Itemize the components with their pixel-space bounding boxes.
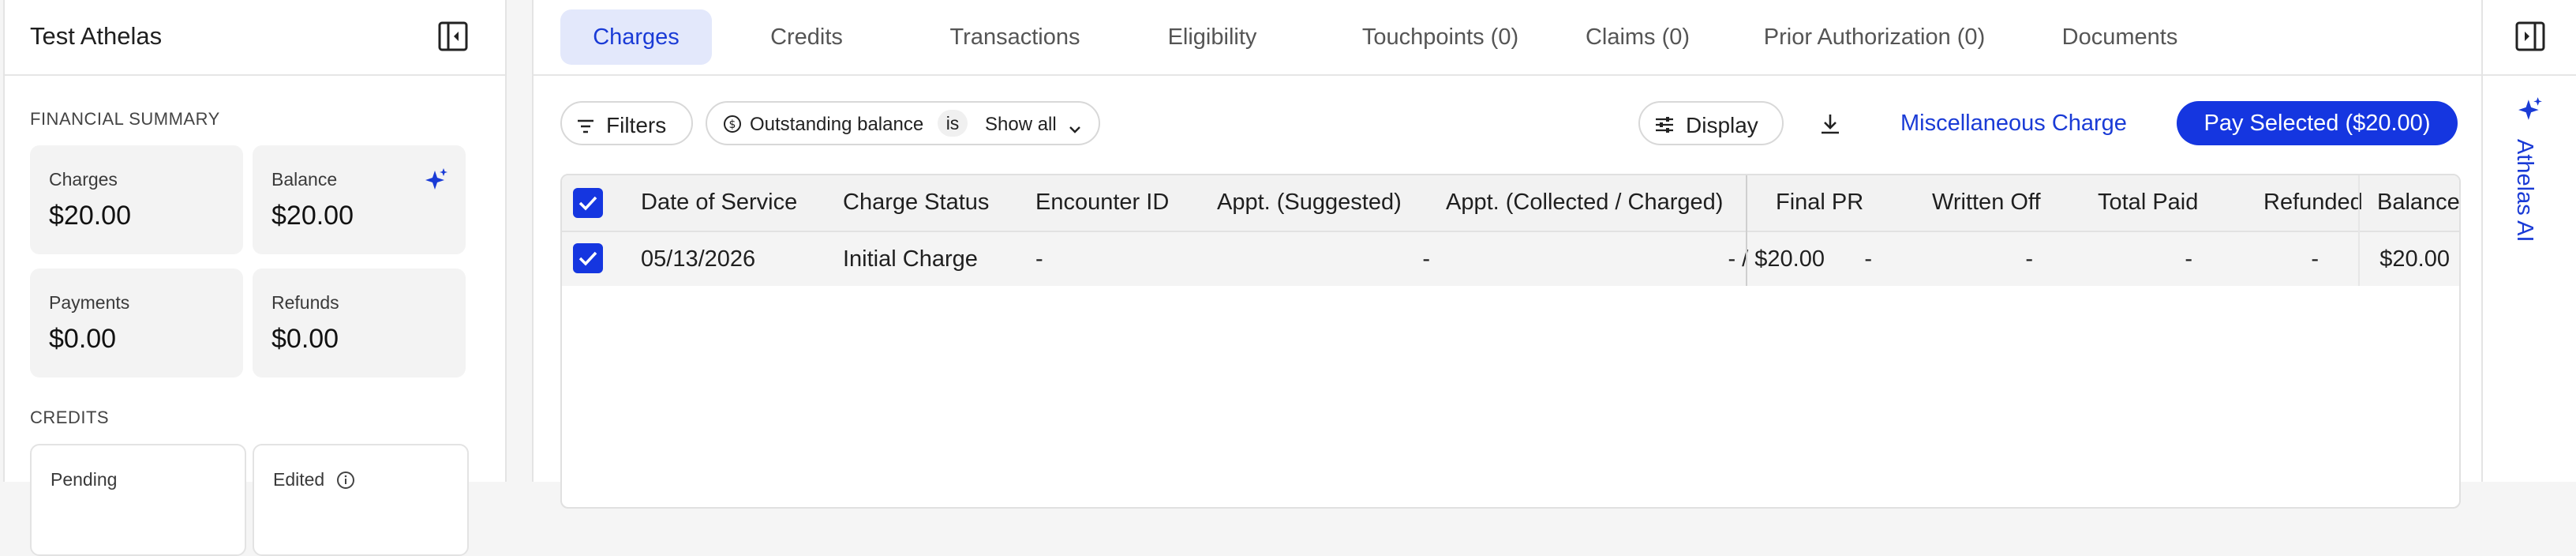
filter-field-label: Outstanding balance (750, 114, 924, 135)
cell-date-of-service: 05/13/2026 (641, 246, 756, 272)
collapse-right-panel-icon[interactable] (2514, 21, 2546, 56)
display-label: Display (1686, 113, 1758, 137)
balance-card: Balance $20.00 (253, 145, 466, 254)
filters-label: Filters (606, 113, 667, 137)
edited-credits-card: Edited (253, 444, 469, 556)
sparkle-icon[interactable] (2518, 96, 2543, 126)
column-divider (1746, 175, 1747, 286)
select-all-checkbox[interactable] (573, 188, 603, 218)
table-header: Date of Service Charge Status Encounter … (562, 175, 2459, 232)
patient-name: Test Athelas (30, 22, 163, 50)
sliders-icon (1654, 115, 1675, 140)
cell-balance: $20.00 (2379, 246, 2450, 272)
rail-header (2483, 0, 2576, 76)
cell-refunded: - (2311, 246, 2319, 272)
col-date-of-service[interactable]: Date of Service (641, 190, 797, 216)
tab-documents[interactable]: Documents (2025, 9, 2215, 65)
sparkle-icon[interactable] (425, 167, 448, 191)
payments-value: $0.00 (49, 324, 117, 354)
display-button[interactable]: Display (1638, 101, 1784, 145)
charges-toolbar: Filters $ Outstanding balance is Show al… (534, 101, 2483, 148)
col-appt-suggested[interactable]: Appt. (Suggested) (1217, 190, 1402, 216)
col-charge-status[interactable]: Charge Status (843, 190, 989, 216)
cell-appt-collected-charged: - / $20.00 (1728, 246, 1825, 272)
row-checkbox[interactable] (573, 243, 603, 273)
refunds-label: Refunds (271, 292, 339, 313)
balance-label: Balance (271, 169, 338, 190)
sidebar-header: Test Athelas (5, 0, 505, 76)
edited-label: Edited (273, 469, 325, 490)
refunds-card: Refunds $0.00 (253, 269, 466, 378)
svg-text:$: $ (729, 118, 736, 131)
athelas-ai-button[interactable]: Athelas AI (2511, 139, 2537, 242)
tab-transactions[interactable]: Transactions (897, 9, 1133, 65)
col-final-pr[interactable]: Final PR (1776, 190, 1863, 216)
cell-appt-suggested: - (1422, 246, 1430, 272)
filter-value[interactable]: Show all (985, 114, 1057, 136)
pending-label: Pending (51, 469, 118, 490)
payments-card: Payments $0.00 (30, 269, 243, 378)
dollar-circle-icon: $ (723, 115, 742, 139)
collapse-sidebar-icon[interactable] (437, 21, 469, 52)
column-divider (2358, 175, 2360, 286)
tab-charges[interactable]: Charges (560, 9, 712, 65)
outstanding-balance-filter[interactable]: $ Outstanding balance is Show all (706, 101, 1100, 145)
tab-credits[interactable]: Credits (731, 9, 882, 65)
filters-button[interactable]: Filters (560, 101, 693, 145)
cell-encounter-id: - (1035, 246, 1043, 272)
balance-value: $20.00 (271, 201, 354, 231)
col-appt-collected-charged[interactable]: Appt. (Collected / Charged) (1446, 190, 1723, 216)
tab-eligibility[interactable]: Eligibility (1118, 9, 1307, 65)
col-encounter-id[interactable]: Encounter ID (1035, 190, 1169, 216)
info-icon[interactable] (336, 471, 355, 494)
refunds-value: $0.00 (271, 324, 339, 354)
chevron-down-icon (1069, 118, 1081, 141)
col-refunded[interactable]: Refunded (2263, 190, 2363, 216)
pending-credits-card: Pending (30, 444, 246, 556)
col-written-off[interactable]: Written Off (1932, 190, 2041, 216)
charges-table: Date of Service Charge Status Encounter … (560, 174, 2461, 509)
table-row[interactable]: 05/13/2026 Initial Charge - - - / $20.00… (562, 232, 2459, 286)
miscellaneous-charge-button[interactable]: Miscellaneous Charge (1900, 111, 2127, 137)
cell-final-pr: - (1864, 246, 1872, 272)
filter-icon (576, 115, 595, 141)
main-panel: Charges Credits Transactions Eligibility… (532, 0, 2483, 509)
pay-selected-button[interactable]: Pay Selected ($20.00) (2177, 101, 2458, 145)
tab-bar: Charges Credits Transactions Eligibility… (534, 0, 2483, 76)
tab-prior-authorization[interactable]: Prior Authorization (0) (1713, 9, 2036, 65)
charges-value: $20.00 (49, 201, 131, 231)
cell-charge-status: Initial Charge (843, 246, 978, 272)
cell-total-paid: - (2185, 246, 2192, 272)
cell-written-off: - (2025, 246, 2033, 272)
payments-label: Payments (49, 292, 130, 313)
ai-rail: Athelas AI (2481, 0, 2576, 482)
credits-label: CREDITS (30, 408, 110, 427)
col-total-paid[interactable]: Total Paid (2098, 190, 2198, 216)
charges-label: Charges (49, 169, 118, 190)
charges-card: Charges $20.00 (30, 145, 243, 254)
financial-sidebar: Test Athelas FINANCIAL SUMMARY Charges $… (3, 0, 507, 556)
financial-summary-label: FINANCIAL SUMMARY (30, 109, 220, 129)
filter-operator: is (938, 110, 968, 137)
col-balance[interactable]: Balance (2377, 190, 2459, 216)
download-icon[interactable] (1818, 112, 1842, 140)
